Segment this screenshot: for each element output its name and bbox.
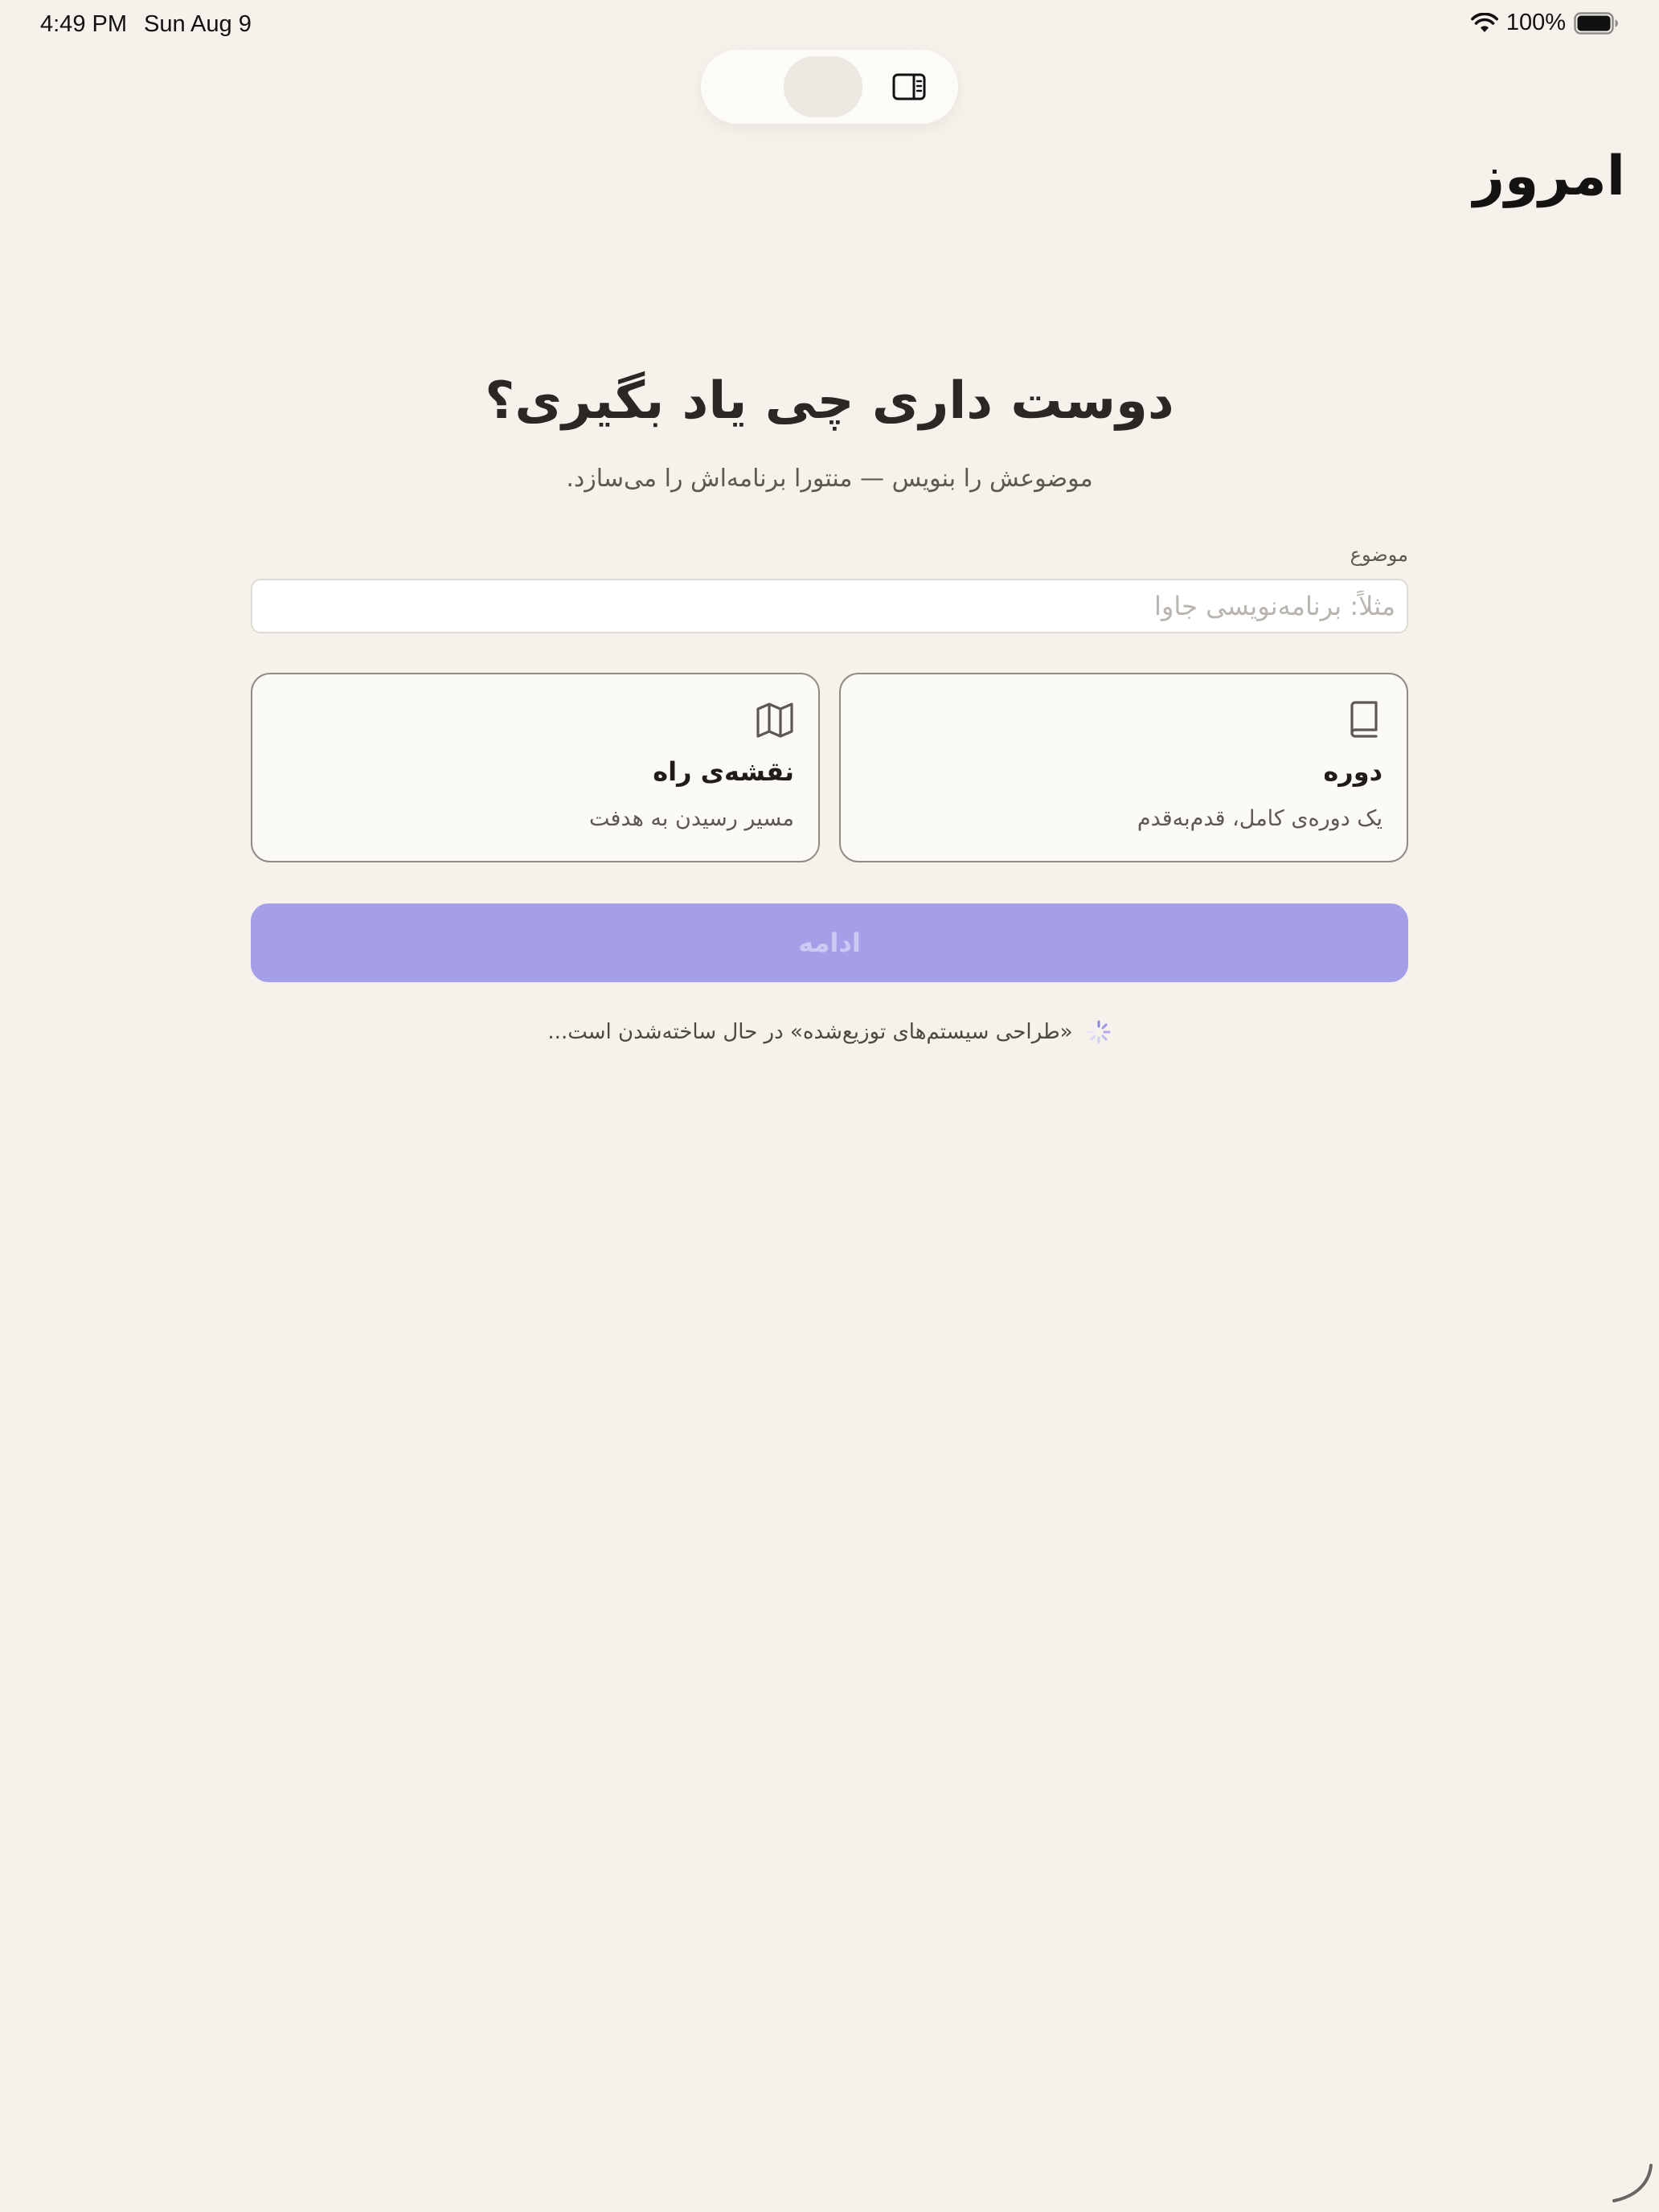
book-icon bbox=[1350, 701, 1378, 738]
loading-status: «طراحی سیستم‌های توزیع‌شده» در حال ساخته… bbox=[0, 1019, 1659, 1045]
continue-button[interactable]: ادامه bbox=[251, 903, 1408, 982]
option-card-roadmap[interactable]: نقشه‌ی راه مسیر رسیدن به هدفت bbox=[251, 673, 820, 862]
option-card-description: مسیر رسیدن به هدفت bbox=[589, 806, 794, 831]
main-subtitle: موضوعش را بنویس — منتورا برنامه‌اش را می… bbox=[566, 465, 1093, 493]
sidebar-toggle-icon[interactable] bbox=[891, 69, 928, 104]
status-date: Sun Aug 9 bbox=[144, 11, 252, 37]
topic-input[interactable] bbox=[251, 579, 1408, 633]
option-card-description: یک دوره‌ی کامل، قدم‌به‌قدم bbox=[1137, 806, 1382, 831]
option-card-course[interactable]: دوره یک دوره‌ی کامل، قدم‌به‌قدم bbox=[839, 673, 1408, 862]
toolbar-segment-button[interactable] bbox=[784, 56, 862, 117]
corner-resize-icon bbox=[1612, 2164, 1653, 2202]
option-card-title: دوره bbox=[1323, 756, 1382, 787]
status-indicators: 100% bbox=[1470, 10, 1619, 36]
top-toolbar bbox=[701, 50, 958, 124]
option-card-title: نقشه‌ی راه bbox=[653, 756, 794, 787]
status-bar: 4:49 PM Sun Aug 9 100% bbox=[0, 0, 1659, 51]
topic-label: موضوع bbox=[1350, 543, 1408, 566]
battery-icon bbox=[1574, 11, 1618, 35]
map-icon bbox=[756, 703, 793, 738]
status-time: 4:49 PM bbox=[40, 11, 127, 37]
page-title: امروز bbox=[1473, 145, 1625, 208]
wifi-icon bbox=[1470, 12, 1498, 32]
battery-percentage: 100% bbox=[1505, 10, 1566, 35]
spinner-icon bbox=[1087, 1020, 1111, 1044]
loading-text: «طراحی سیستم‌های توزیع‌شده» در حال ساخته… bbox=[547, 1020, 1073, 1044]
main-heading: دوست داری چی یاد بگیری؟ bbox=[485, 371, 1174, 431]
